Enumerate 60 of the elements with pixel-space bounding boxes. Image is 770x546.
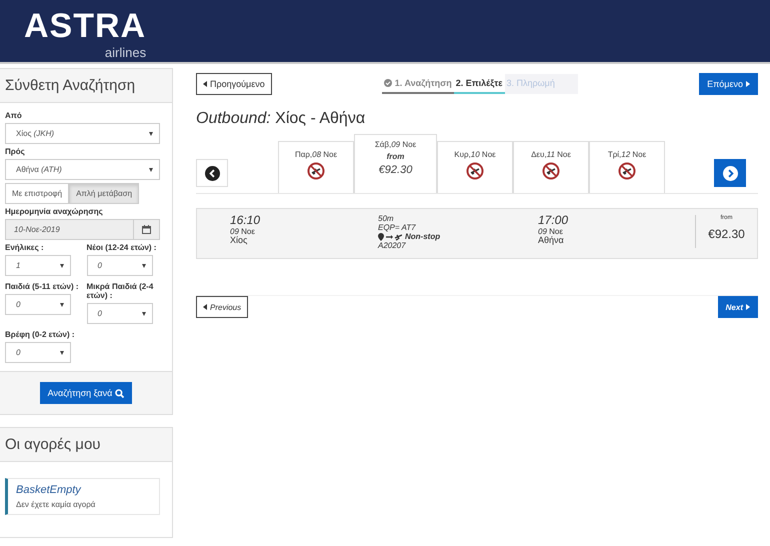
passenger-label: Μικρά Παιδιά (2-4 ετών) : <box>86 282 154 300</box>
search-icon <box>115 388 124 398</box>
no-flight-icon <box>466 162 484 180</box>
route-heading: Outbound: Χίος - Αθήνα <box>196 110 366 128</box>
basket-title: BasketEmpty <box>16 484 82 496</box>
trip-type-button[interactable]: Με επιστροφή <box>5 183 70 204</box>
next-days-button[interactable] <box>714 159 746 187</box>
route-icon <box>378 232 402 240</box>
departure-city: Χίος <box>230 236 248 245</box>
astra-logo[interactable]: ASTRA airlines <box>24 6 146 60</box>
arrival-city: Αθήνα <box>538 236 565 245</box>
left-caret-icon <box>203 304 207 310</box>
flight-duration: 50m <box>378 214 395 223</box>
date-field[interactable]: 10-Νοε-2019 <box>5 219 160 240</box>
no-flight-icon <box>307 162 325 180</box>
left-caret-icon <box>203 81 207 87</box>
flight-number: A20207 <box>378 241 407 250</box>
previous-button[interactable]: Previous <box>196 296 248 318</box>
right-caret-icon <box>746 304 750 310</box>
previous-button[interactable]: Προηγούμενο <box>196 73 272 95</box>
aircraft-type: EQP= AT7 <box>378 223 417 232</box>
date-tab[interactable]: Δευ,11 Νοε <box>513 141 589 193</box>
passenger-label: Βρέφη (0-2 ετών) : <box>5 330 76 339</box>
search-again-button[interactable]: Αναζήτηση ξανά <box>40 382 132 404</box>
passenger-label: Νέοι (12-24 ετών) : <box>86 243 158 252</box>
no-flight-icon <box>542 162 560 180</box>
departure-time: 16:10 <box>230 214 262 227</box>
no-flight-icon <box>618 162 636 180</box>
passenger-select[interactable]: 0 <box>86 303 152 324</box>
stops-text: Non-stop <box>405 232 440 241</box>
date-tab[interactable]: Κυρ,10 Νοε <box>437 141 513 193</box>
passenger-select[interactable]: 0 <box>5 294 71 315</box>
passenger-select[interactable]: 1 <box>5 255 71 276</box>
field-label: Πρός <box>5 147 26 156</box>
passenger-select[interactable]: 0 <box>86 255 152 276</box>
trip-type-button[interactable]: Απλή μετάβαση <box>69 183 140 204</box>
flight-price: €92.30 <box>708 227 745 241</box>
date-tab[interactable]: Σάβ,09 Νοε from €92.30 <box>354 134 437 193</box>
field-label: Από <box>5 111 23 120</box>
departure-date: 09 Νοε <box>230 227 255 236</box>
arrival-date: 09 Νοε <box>538 227 563 236</box>
date-tab[interactable]: Τρί,12 Νοε <box>589 141 665 193</box>
previous-days-button[interactable] <box>196 159 228 187</box>
destination-select[interactable]: Αθήνα (ATH) <box>5 159 160 180</box>
calendar-icon <box>142 225 151 234</box>
arrival-time: 17:00 <box>538 214 570 227</box>
passenger-label: Παιδιά (5-11 ετών) : <box>5 282 78 291</box>
progress-step: 3. Πληρωμή <box>504 74 578 94</box>
passenger-label: Ενήλικες : <box>5 243 45 252</box>
right-caret-icon <box>746 81 750 87</box>
origin-select[interactable]: Χίος (JKH) <box>5 123 160 144</box>
check-icon <box>384 79 392 87</box>
panel-title: Σύνθετη Αναζήτηση <box>0 69 172 103</box>
passenger-select[interactable]: 0 <box>5 342 71 363</box>
date-tab[interactable]: Παρ,08 Νοε <box>278 141 354 193</box>
basket-message: Δεν έχετε καμία αγορά <box>16 500 96 509</box>
field-label: Ημερομηνία αναχώρησης <box>5 207 104 216</box>
panel-title: Οι αγορές μου <box>0 428 172 462</box>
next-button[interactable]: Next <box>718 296 758 318</box>
next-button[interactable]: Επόμενο <box>699 73 758 95</box>
